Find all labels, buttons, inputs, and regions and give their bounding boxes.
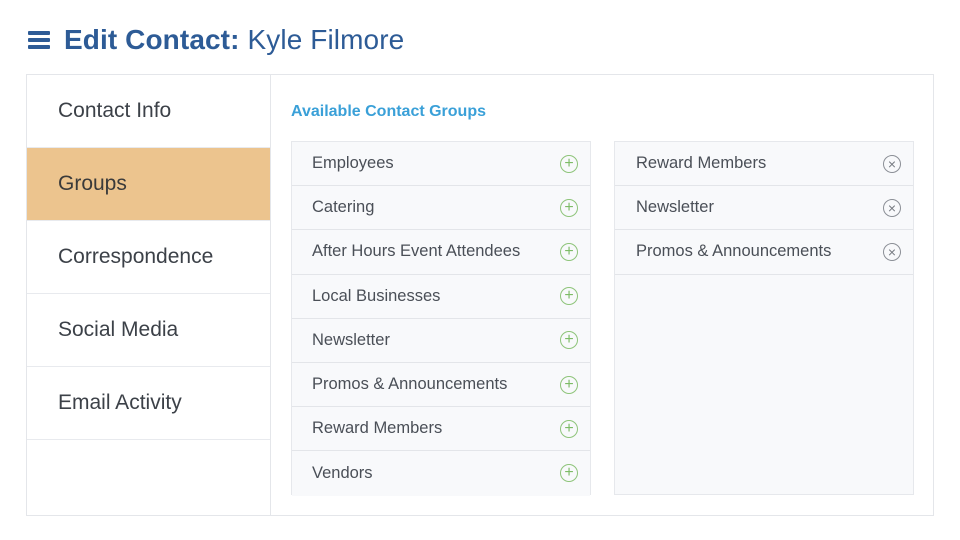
group-label: Local Businesses	[312, 286, 441, 305]
list-item[interactable]: Promos & Announcements ×	[615, 230, 913, 275]
list-item[interactable]: After Hours Event Attendees +	[292, 230, 590, 275]
title-prefix: Edit Contact:	[64, 24, 240, 55]
group-label: Reward Members	[312, 419, 443, 438]
plus-circle-icon[interactable]: +	[560, 464, 578, 483]
sidebar-item-label: Groups	[58, 172, 127, 195]
group-label: After Hours Event Attendees	[312, 242, 521, 261]
list-item[interactable]: Reward Members +	[292, 407, 590, 452]
group-label: Reward Members	[636, 154, 767, 173]
group-label: Newsletter	[312, 330, 390, 349]
sidebar-item-label: Social Media	[58, 318, 179, 341]
sidebar-item-contact-info[interactable]: Contact Info	[27, 75, 270, 148]
x-circle-icon[interactable]: ×	[883, 242, 901, 261]
list-item[interactable]: Vendors +	[292, 451, 590, 496]
sidebar-item-label: Correspondence	[58, 245, 214, 268]
sidebar-item-groups[interactable]: Groups	[27, 148, 270, 221]
sidebar-item-social-media[interactable]: Social Media	[27, 294, 270, 367]
page-header: Edit Contact: Kyle Filmore	[28, 18, 404, 62]
list-item[interactable]: Catering +	[292, 186, 590, 231]
sidebar-nav: Contact Info Groups Correspondence Socia…	[27, 75, 271, 515]
sidebar-item-correspondence[interactable]: Correspondence	[27, 221, 270, 294]
selected-groups-list: Reward Members × Newsletter × Promos & Ann…	[614, 141, 914, 495]
sidebar-item-email-activity[interactable]: Email Activity	[27, 367, 270, 440]
plus-circle-icon[interactable]: +	[560, 287, 578, 306]
list-item[interactable]: Newsletter +	[292, 318, 590, 363]
list-item[interactable]: Promos & Announcements +	[292, 362, 590, 408]
group-label: Employees	[312, 154, 394, 173]
list-item[interactable]: Local Businesses +	[292, 274, 590, 319]
sidebar-item-label: Email Activity	[58, 391, 182, 414]
group-label: Newsletter	[636, 198, 714, 217]
section-title: Available Contact Groups	[291, 103, 486, 120]
sidebar-item-label: Contact Info	[58, 99, 172, 122]
plus-circle-icon[interactable]: +	[560, 375, 578, 394]
groups-panel: Available Contact Groups Employees + Cate…	[271, 75, 933, 515]
plus-circle-icon[interactable]: +	[560, 242, 578, 261]
list-item[interactable]: Newsletter ×	[615, 186, 913, 231]
plus-circle-icon[interactable]: +	[560, 198, 578, 217]
plus-circle-icon[interactable]: +	[560, 331, 578, 350]
x-circle-icon[interactable]: ×	[883, 154, 901, 173]
list-item[interactable]: Employees +	[292, 142, 590, 187]
contact-name: Kyle Filmore	[247, 24, 405, 55]
hamburger-menu-icon[interactable]	[28, 31, 50, 49]
group-label: Promos & Announcements	[636, 242, 832, 261]
edit-contact-card: Contact Info Groups Correspondence Socia…	[26, 74, 934, 516]
group-label: Vendors	[312, 463, 373, 482]
group-label: Catering	[312, 198, 375, 217]
plus-circle-icon[interactable]: +	[560, 419, 578, 438]
available-groups-list: Employees + Catering + After Hours Event A…	[291, 141, 591, 496]
list-item[interactable]: Reward Members ×	[615, 142, 913, 187]
group-label: Promos & Announcements	[312, 375, 508, 394]
page-title: Edit Contact: Kyle Filmore	[64, 24, 404, 56]
x-circle-icon[interactable]: ×	[883, 198, 901, 217]
plus-circle-icon[interactable]: +	[560, 154, 578, 173]
